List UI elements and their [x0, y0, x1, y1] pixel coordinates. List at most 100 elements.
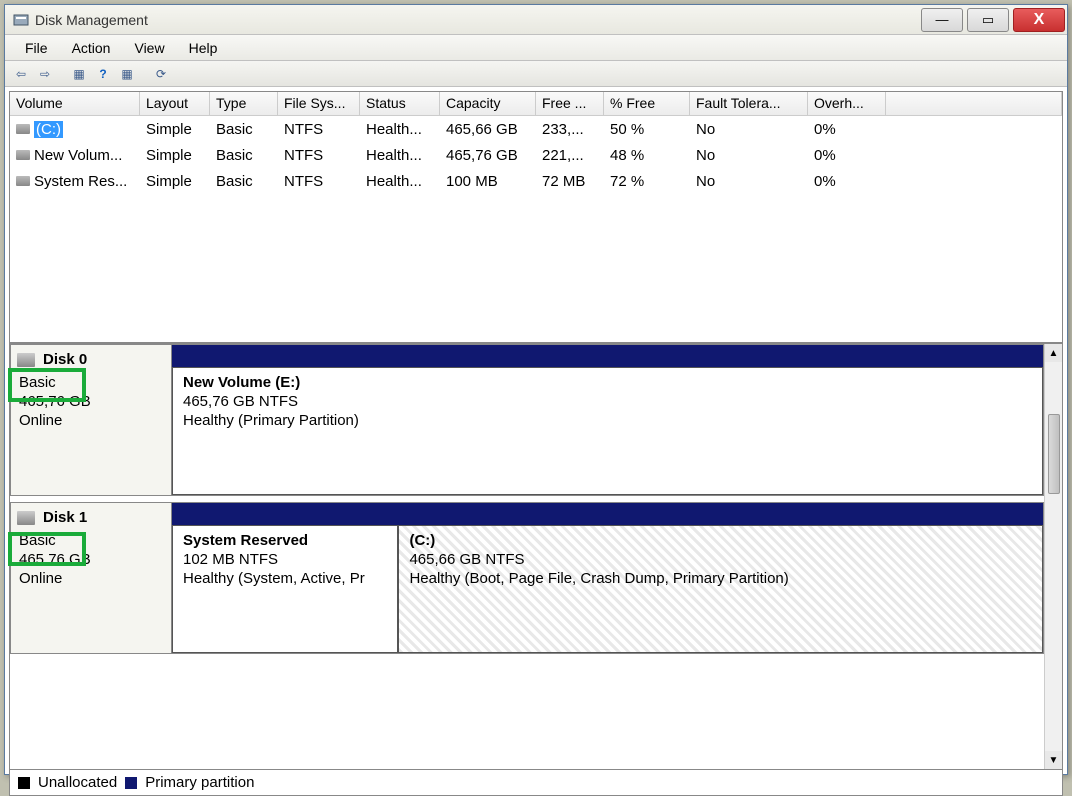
scroll-down-arrow[interactable]: ▼ [1045, 751, 1062, 769]
volume-layout: Simple [140, 144, 210, 167]
volume-name: (C:) [34, 121, 63, 138]
vertical-scrollbar[interactable]: ▲ ▼ [1044, 344, 1062, 769]
volume-over: 0% [808, 170, 886, 193]
partition-status: Healthy (System, Active, Pr [183, 570, 387, 587]
back-button[interactable]: ⇦ [11, 64, 31, 84]
partition-size: 465,76 GB NTFS [183, 393, 1032, 410]
partition-size: 465,66 GB NTFS [409, 551, 1032, 568]
disk-header-bar [172, 503, 1043, 525]
volume-icon [16, 176, 30, 186]
disk-info[interactable]: Disk 0 Basic 465,76 GB Online [10, 344, 172, 496]
partition-name: System Reserved [183, 532, 387, 549]
swatch-unallocated [18, 777, 30, 789]
volume-row[interactable]: System Res...SimpleBasicNTFSHealth...100… [10, 168, 1062, 194]
disk-icon [17, 511, 35, 525]
disk-icon [17, 353, 35, 367]
volume-status: Health... [360, 144, 440, 167]
partition[interactable]: System Reserved 102 MB NTFS Healthy (Syste… [172, 525, 398, 653]
volume-fs: NTFS [278, 170, 360, 193]
forward-button[interactable]: ⇨ [35, 64, 55, 84]
volume-icon [16, 124, 30, 134]
col-fs[interactable]: File Sys... [278, 92, 360, 115]
legend-bar: Unallocated Primary partition [10, 769, 1062, 795]
volume-icon [16, 150, 30, 160]
disk-size: 465,76 GB [19, 551, 163, 568]
volume-pctfree: 50 % [604, 118, 690, 141]
volume-free: 72 MB [536, 170, 604, 193]
partition-status: Healthy (Primary Partition) [183, 412, 1032, 429]
volume-row[interactable]: New Volum... SimpleBasicNTFSHealth...465,… [10, 142, 1062, 168]
col-type[interactable]: Type [210, 92, 278, 115]
volume-type: Basic [210, 118, 278, 141]
volume-status: Health... [360, 170, 440, 193]
minimize-button[interactable]: — [921, 8, 963, 32]
volume-type: Basic [210, 170, 278, 193]
disk-name: Disk 0 [19, 351, 163, 368]
properties-icon[interactable]: ▦ [69, 64, 89, 84]
refresh-icon[interactable]: ⟳ [151, 64, 171, 84]
volume-over: 0% [808, 118, 886, 141]
volume-row[interactable]: (C:)SimpleBasicNTFSHealth...465,66 GB233… [10, 116, 1062, 142]
disk-type: Basic [19, 532, 163, 549]
disk-info[interactable]: Disk 1Basic465,76 GBOnline [10, 502, 172, 654]
volume-over: 0% [808, 144, 886, 167]
partition-size: 102 MB NTFS [183, 551, 387, 568]
close-button[interactable]: X [1013, 8, 1065, 32]
disk-partitions: New Volume (E:) 465,76 GB NTFS Healthy (Pr… [172, 344, 1044, 496]
disk-status: Online [19, 412, 163, 429]
window-frame: Disk Management — ▭ X File Action View H… [4, 4, 1068, 775]
scroll-thumb[interactable] [1048, 414, 1060, 494]
menu-file[interactable]: File [13, 36, 60, 60]
col-fault[interactable]: Fault Tolera... [690, 92, 808, 115]
menu-action[interactable]: Action [60, 36, 123, 60]
disk-header-bar [172, 345, 1043, 367]
volume-free: 233,... [536, 118, 604, 141]
volume-name: New Volum... [34, 147, 122, 164]
menu-help[interactable]: Help [177, 36, 230, 60]
volume-fs: NTFS [278, 144, 360, 167]
volume-fs: NTFS [278, 118, 360, 141]
col-layout[interactable]: Layout [140, 92, 210, 115]
col-status[interactable]: Status [360, 92, 440, 115]
partition-name: New Volume (E:) [183, 374, 1032, 391]
view-icon[interactable]: ▦ [117, 64, 137, 84]
content-area: Volume Layout Type File Sys... Status Ca… [9, 91, 1063, 796]
partition[interactable]: New Volume (E:) 465,76 GB NTFS Healthy (Pr… [172, 367, 1043, 495]
volume-pctfree: 48 % [604, 144, 690, 167]
disk-graphical-pane: Disk 0 Basic 465,76 GB Online New Volume (E:… [10, 344, 1062, 769]
titlebar[interactable]: Disk Management — ▭ X [5, 5, 1067, 35]
volume-layout: Simple [140, 170, 210, 193]
volume-capacity: 100 MB [440, 170, 536, 193]
scroll-up-arrow[interactable]: ▲ [1045, 344, 1062, 362]
window-title: Disk Management [35, 12, 919, 28]
volume-capacity: 465,76 GB [440, 144, 536, 167]
volume-type: Basic [210, 144, 278, 167]
disk-size: 465,76 GB [19, 393, 163, 410]
volume-capacity: 465,66 GB [440, 118, 536, 141]
volume-layout: Simple [140, 118, 210, 141]
col-free[interactable]: Free ... [536, 92, 604, 115]
disk-row: Disk 1Basic465,76 GBOnlineSystem Reserve… [10, 502, 1044, 660]
partition-name: (C:) [409, 532, 1032, 549]
swatch-primary [125, 777, 137, 789]
volume-header-row: Volume Layout Type File Sys... Status Ca… [10, 92, 1062, 116]
disk-partitions: System Reserved 102 MB NTFS Healthy (Syste… [172, 502, 1044, 654]
volume-list-pane: Volume Layout Type File Sys... Status Ca… [10, 92, 1062, 344]
maximize-button[interactable]: ▭ [967, 8, 1009, 32]
menu-view[interactable]: View [122, 36, 176, 60]
legend-primary: Primary partition [145, 774, 254, 791]
help-icon[interactable]: ? [93, 64, 113, 84]
col-volume[interactable]: Volume [10, 92, 140, 115]
disk-status: Online [19, 570, 163, 587]
col-capacity[interactable]: Capacity [440, 92, 536, 115]
volume-fault: No [690, 144, 808, 167]
col-pctfree[interactable]: % Free [604, 92, 690, 115]
col-over[interactable]: Overh... [808, 92, 886, 115]
disk-row: Disk 0 Basic 465,76 GB Online New Volume (E:… [10, 344, 1044, 502]
legend-unallocated: Unallocated [38, 774, 117, 791]
volume-free: 221,... [536, 144, 604, 167]
menubar: File Action View Help [5, 35, 1067, 61]
disk-type: Basic [19, 374, 163, 391]
toolbar: ⇦ ⇨ ▦ ? ▦ ⟳ [5, 61, 1067, 87]
partition[interactable]: (C:)465,66 GB NTFSHealthy (Boot, Page Fi… [398, 525, 1043, 653]
